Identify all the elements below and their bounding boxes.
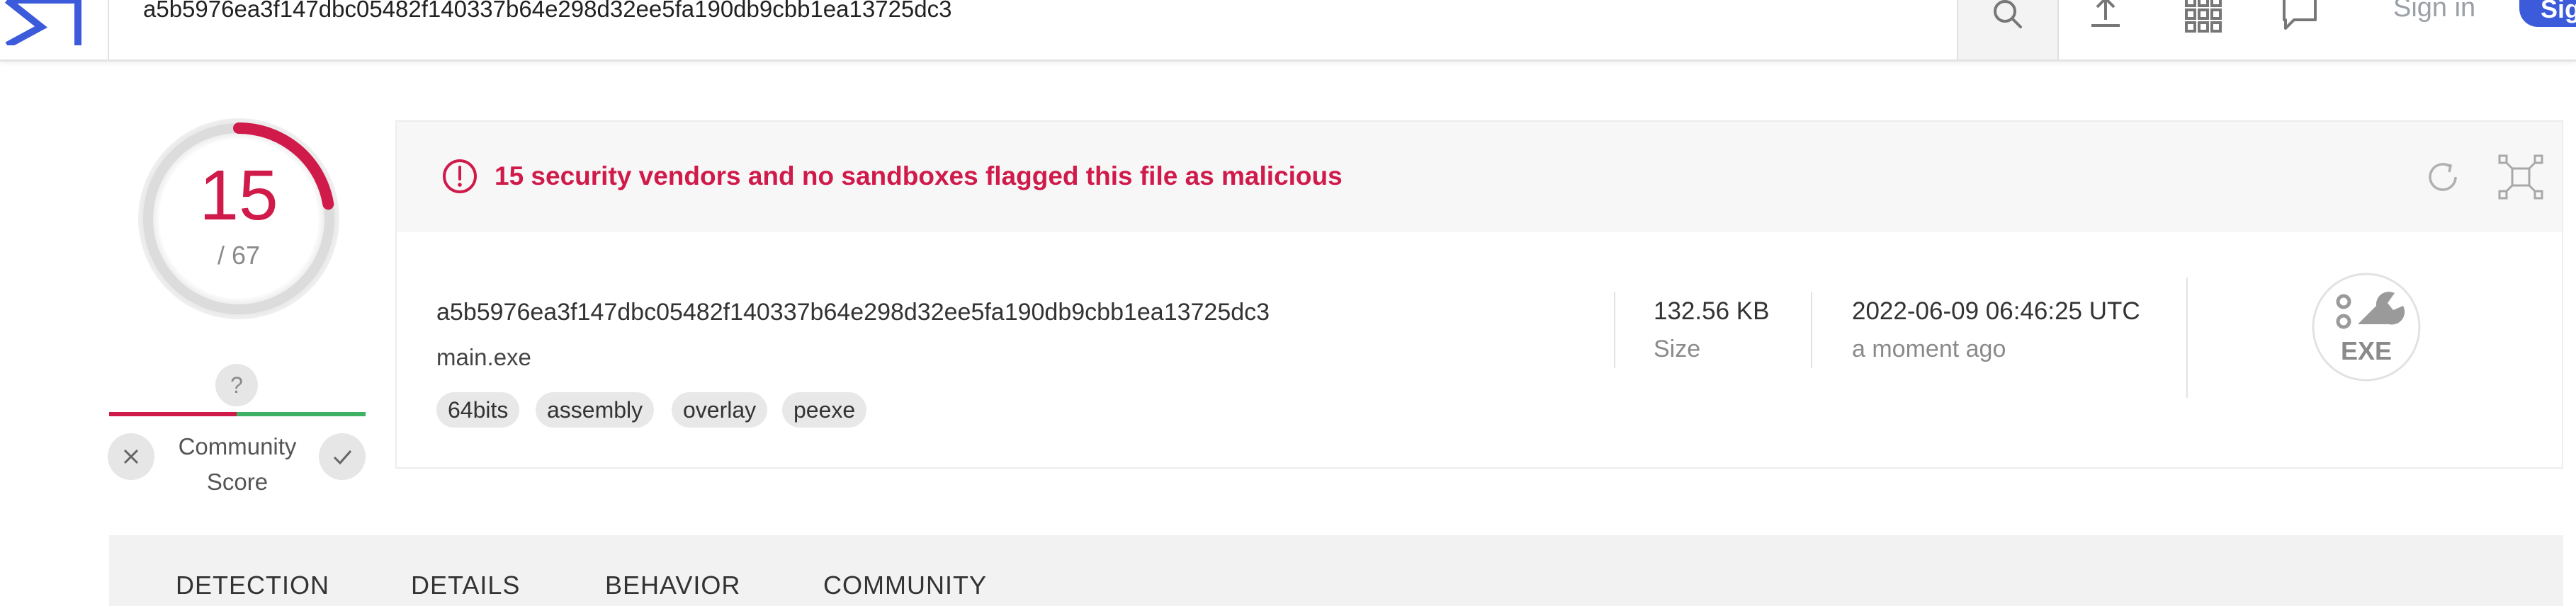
file-summary-card: 15 security vendors and no sandboxes fla… bbox=[395, 120, 2563, 469]
analysis-date-value: 2022-06-09 06:46:25 UTC bbox=[1852, 297, 2140, 325]
svg-text:EXE: EXE bbox=[2341, 336, 2392, 365]
top-bar: a5b5976ea3f147dbc05482f140337b64e298d32e… bbox=[0, 0, 2576, 62]
upload-icon[interactable] bbox=[2086, 0, 2125, 34]
sign-in-link[interactable]: Sign in bbox=[2393, 0, 2475, 23]
community-score-label: Community Score bbox=[163, 429, 312, 500]
search-icon bbox=[1994, 0, 2022, 28]
chat-icon[interactable] bbox=[2280, 0, 2320, 34]
community-score-value: ? bbox=[215, 364, 258, 406]
community-label-line2: Score bbox=[206, 469, 269, 495]
tab-details[interactable]: DETAILS bbox=[411, 571, 520, 600]
file-tag[interactable]: 64bits bbox=[436, 392, 520, 428]
file-tag[interactable]: assembly bbox=[536, 392, 655, 428]
tab-behavior[interactable]: BEHAVIOR bbox=[605, 571, 740, 600]
tab-community[interactable]: COMMUNITY bbox=[823, 571, 987, 600]
check-icon bbox=[333, 450, 352, 465]
search-button[interactable] bbox=[1957, 0, 2059, 59]
analysis-date-relative: a moment ago bbox=[1852, 336, 2006, 362]
file-name: main.exe bbox=[436, 344, 531, 370]
divider bbox=[1614, 292, 1615, 368]
reanalyze-icon[interactable] bbox=[2422, 156, 2464, 198]
community-label-line1: Community bbox=[178, 433, 297, 459]
file-tag[interactable]: peexe bbox=[782, 392, 867, 428]
divider bbox=[2186, 278, 2188, 398]
detection-alert-banner: 15 security vendors and no sandboxes fla… bbox=[397, 122, 2562, 232]
detection-count: 15 bbox=[199, 156, 278, 235]
detection-total: / 67 bbox=[217, 241, 261, 270]
file-tag[interactable]: overlay bbox=[672, 392, 768, 428]
vote-harmless-button[interactable] bbox=[319, 433, 366, 480]
detection-alert-text: 15 security vendors and no sandboxes fla… bbox=[495, 161, 1343, 190]
vote-malicious-button[interactable] bbox=[108, 433, 154, 480]
file-hash[interactable]: a5b5976ea3f147dbc05482f140337b64e298d32e… bbox=[436, 299, 1270, 326]
close-icon bbox=[123, 449, 139, 464]
search-input[interactable]: a5b5976ea3f147dbc05482f140337b64e298d32e… bbox=[143, 0, 951, 23]
apps-grid-icon[interactable] bbox=[2184, 0, 2223, 34]
alert-circle-icon bbox=[443, 159, 477, 193]
report-tabs: DETECTION DETAILS BEHAVIOR COMMUNITY bbox=[109, 535, 2563, 606]
tab-detection[interactable]: DETECTION bbox=[176, 571, 329, 600]
divider bbox=[1811, 292, 1812, 368]
exe-file-type-icon: EXE bbox=[2312, 273, 2421, 382]
sign-up-button[interactable]: Sign up bbox=[2519, 0, 2576, 27]
file-size-label: Size bbox=[1654, 336, 1701, 362]
search-bar[interactable]: a5b5976ea3f147dbc05482f140337b64e298d32e… bbox=[108, 0, 1960, 59]
virustotal-logo-icon[interactable] bbox=[0, 0, 85, 45]
graph-view-icon[interactable] bbox=[2497, 153, 2545, 201]
file-size-value: 132.56 KB bbox=[1654, 297, 1770, 325]
community-score-bar-harmless bbox=[237, 412, 366, 416]
community-score-bar-malicious bbox=[109, 412, 237, 416]
